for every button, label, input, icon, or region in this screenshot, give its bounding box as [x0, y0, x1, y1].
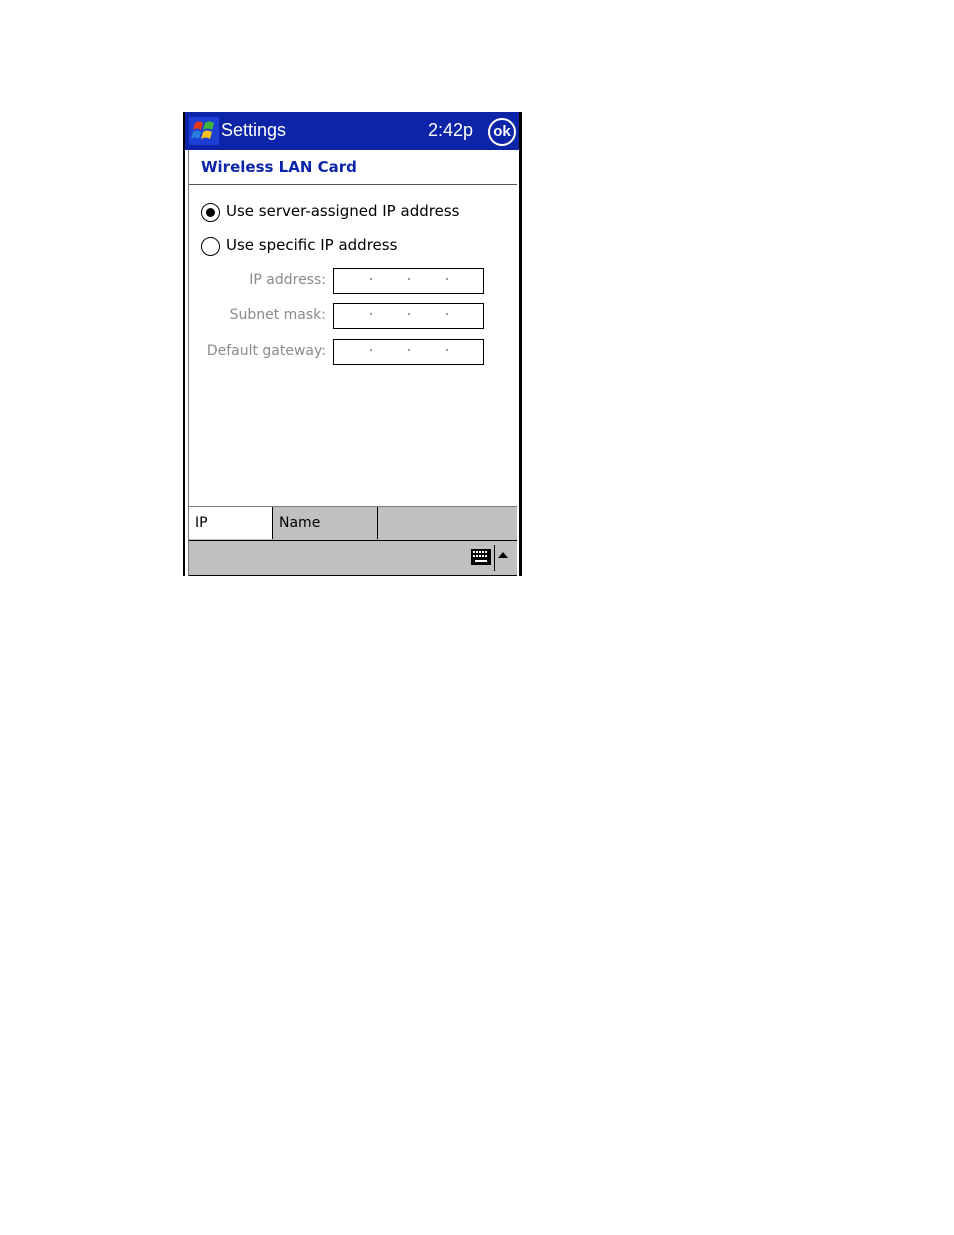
tab-strip: IP Address Name Servers	[189, 506, 517, 563]
up-arrow-icon[interactable]	[498, 552, 508, 558]
tab-ip-address[interactable]: IP Address	[189, 507, 273, 563]
tab-name-servers[interactable]: Name Servers	[273, 507, 378, 563]
octet-separator	[446, 313, 448, 315]
octet-separator	[446, 349, 448, 351]
octet-separator	[370, 313, 372, 315]
window-right-border	[519, 112, 522, 576]
keyboard-icon[interactable]	[471, 549, 491, 565]
radio-specific-ip[interactable]	[201, 237, 220, 256]
subnet-mask-field[interactable]	[333, 303, 484, 329]
octet-separator	[370, 349, 372, 351]
radio-server-assigned-label[interactable]: Use server-assigned IP address	[226, 202, 459, 220]
radio-server-assigned[interactable]	[201, 203, 220, 222]
ip-address-field[interactable]	[333, 268, 484, 294]
menu-bar	[189, 540, 517, 576]
octet-separator	[408, 349, 410, 351]
app-title: Settings	[221, 120, 287, 140]
octet-separator	[370, 278, 372, 280]
ok-button[interactable]: ok	[488, 118, 516, 146]
heading-divider	[189, 184, 517, 185]
start-button[interactable]	[189, 117, 219, 145]
ip-address-label: IP address:	[249, 272, 326, 288]
default-gateway-field[interactable]	[333, 339, 484, 365]
windows-flag-icon	[191, 121, 214, 139]
clock[interactable]: 2:42p	[428, 120, 473, 141]
octet-separator	[446, 278, 448, 280]
sip-divider	[494, 545, 495, 571]
page-title: Wireless LAN Card	[201, 158, 357, 176]
octet-separator	[408, 278, 410, 280]
window-left-border	[183, 112, 185, 576]
pocketpc-window: Settings 2:42p ok Wireless LAN Card Use …	[183, 112, 522, 576]
octet-separator	[408, 313, 410, 315]
radio-specific-ip-label[interactable]: Use specific IP address	[226, 236, 397, 254]
radio-selected-dot	[206, 208, 215, 217]
subnet-mask-label: Subnet mask:	[229, 307, 326, 323]
default-gateway-label: Default gateway:	[206, 343, 326, 359]
title-bar: Settings 2:42p ok	[185, 112, 519, 150]
